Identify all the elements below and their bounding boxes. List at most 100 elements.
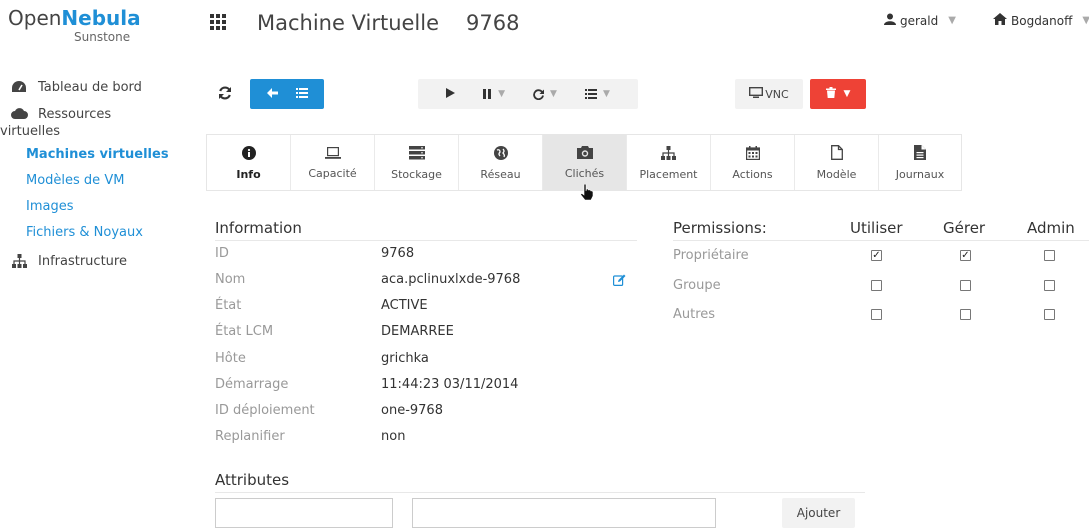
- info-key: Nom: [215, 272, 246, 287]
- perm-row-owner: Propriétaire: [673, 248, 749, 263]
- list-icon: [584, 89, 597, 99]
- hdd-icon: [408, 145, 425, 163]
- tab-logs[interactable]: Journaux: [879, 135, 961, 190]
- perm-col-use: Utiliser: [850, 219, 903, 237]
- owner-use-checkbox[interactable]: ✓: [871, 250, 882, 261]
- chevron-down-icon: ▼: [843, 89, 851, 99]
- sidebar-item-label: Infrastructure: [38, 254, 127, 269]
- dashboard-icon: [10, 80, 28, 94]
- tab-capacity[interactable]: Capacité: [291, 135, 375, 190]
- info-value: DEMARREE: [381, 324, 454, 339]
- chevron-down-icon: ▼: [550, 89, 557, 99]
- tab-bar: Info Capacité Stockage Réseau Clichés Pl…: [206, 134, 962, 191]
- info-row-state: État ACTIVE: [215, 298, 637, 316]
- tab-label: Modèle: [816, 168, 857, 181]
- group-admin-checkbox[interactable]: [1044, 280, 1055, 291]
- refresh-button[interactable]: [214, 79, 236, 109]
- perm-col-manage: Gérer: [943, 219, 986, 237]
- group-use-checkbox[interactable]: [871, 280, 882, 291]
- attribute-name-input[interactable]: [215, 498, 393, 528]
- sidebar-item-label: Ressources: [38, 107, 112, 122]
- tab-label: Réseau: [480, 167, 521, 181]
- file-icon: [830, 145, 843, 163]
- grid-menu-icon[interactable]: [210, 14, 227, 34]
- sidebar: Tableau de bord Ressources virtuelles Ma…: [0, 80, 185, 269]
- sidebar-item-vm-templates[interactable]: Modèles de VM: [0, 168, 185, 194]
- cloud-icon: [10, 107, 28, 119]
- tab-label: Info: [236, 167, 261, 181]
- sidebar-item-resources[interactable]: Ressources: [0, 107, 185, 122]
- info-value: one-9768: [381, 403, 443, 418]
- perm-row-other: Autres: [673, 307, 716, 322]
- tab-label: Journaux: [895, 168, 945, 181]
- tab-network[interactable]: Réseau: [459, 135, 543, 190]
- permissions-heading: Permissions:: [673, 219, 767, 237]
- sidebar-item-vms[interactable]: Machines virtuelles: [0, 142, 185, 168]
- file-text-icon: [914, 145, 926, 163]
- info-key: ID: [215, 246, 229, 261]
- info-row-resched: Replanifier non: [215, 429, 637, 447]
- tab-snapshots[interactable]: Clichés: [543, 135, 627, 190]
- laptop-icon: [324, 146, 341, 162]
- info-key: Démarrage: [215, 377, 289, 392]
- tab-info[interactable]: Info: [207, 135, 291, 190]
- reboot-dropdown-button[interactable]: ▼: [533, 88, 557, 100]
- info-value: 9768: [381, 246, 415, 261]
- user-menu[interactable]: gerald ▼: [884, 13, 956, 28]
- calendar-icon: [745, 145, 760, 163]
- delete-dropdown-button[interactable]: ▼: [810, 79, 866, 109]
- tab-storage[interactable]: Stockage: [375, 135, 459, 190]
- home-icon: [993, 13, 1007, 28]
- chevron-down-icon: ▼: [948, 15, 956, 26]
- info-icon: [241, 145, 256, 163]
- pause-dropdown-button[interactable]: ▼: [483, 89, 505, 99]
- zone-menu[interactable]: Bogdanoff ▼: [993, 13, 1089, 28]
- tab-label: Capacité: [308, 166, 357, 180]
- other-use-checkbox[interactable]: [871, 309, 882, 320]
- group-manage-checkbox[interactable]: [960, 280, 971, 291]
- tab-actions[interactable]: Actions: [711, 135, 795, 190]
- chevron-down-icon: ▼: [1082, 15, 1089, 26]
- attribute-value-textarea[interactable]: [412, 498, 716, 528]
- vnc-button[interactable]: VNC: [735, 79, 803, 109]
- arrow-left-icon: [266, 87, 278, 101]
- repeat-icon: [533, 88, 545, 100]
- sidebar-item-dashboard[interactable]: Tableau de bord: [0, 80, 185, 95]
- other-admin-checkbox[interactable]: [1044, 309, 1055, 320]
- logo-open: Open: [8, 6, 62, 30]
- refresh-icon: [218, 86, 232, 103]
- play-button[interactable]: [446, 87, 456, 101]
- tab-template[interactable]: Modèle: [795, 135, 879, 190]
- list-icon: [295, 87, 308, 101]
- perm-row-group: Groupe: [673, 278, 721, 293]
- tab-label: Clichés: [564, 167, 605, 180]
- sitemap-icon: [661, 145, 676, 163]
- tab-label: Placement: [639, 167, 698, 181]
- logo[interactable]: OpenNebula Sunstone: [8, 6, 141, 43]
- info-key: ID déploiement: [215, 403, 315, 418]
- owner-manage-checkbox[interactable]: ✓: [960, 250, 971, 261]
- perm-col-admin: Admin: [1027, 219, 1075, 237]
- info-value: ACTIVE: [381, 298, 428, 313]
- chevron-down-icon: ▼: [498, 89, 506, 99]
- owner-admin-checkbox[interactable]: [1044, 250, 1055, 261]
- info-row-host: Hôte grichka: [215, 351, 637, 369]
- sidebar-item-infrastructure[interactable]: Infrastructure: [0, 254, 185, 269]
- sidebar-item-label-cont: virtuelles: [0, 124, 60, 139]
- info-row-lcm-state: État LCM DEMARREE: [215, 324, 637, 342]
- edit-icon[interactable]: [613, 274, 626, 290]
- info-value: aca.pclinuxlxde-9768: [381, 272, 521, 287]
- tab-placement[interactable]: Placement: [627, 135, 711, 190]
- tab-label: Stockage: [391, 167, 442, 181]
- logo-sunstone: Sunstone: [74, 30, 131, 44]
- other-manage-checkbox[interactable]: [960, 309, 971, 320]
- add-attribute-button[interactable]: Ajouter: [782, 498, 855, 528]
- sidebar-item-label: Tableau de bord: [38, 80, 142, 95]
- more-actions-dropdown-button[interactable]: ▼: [584, 89, 610, 99]
- info-value: grichka: [381, 351, 429, 366]
- sidebar-item-images[interactable]: Images: [0, 194, 185, 220]
- trash-icon: [825, 87, 836, 101]
- back-to-list-button[interactable]: [250, 79, 324, 109]
- sidebar-item-files[interactable]: Fichiers & Noyaux: [0, 220, 185, 246]
- info-row-start-time: Démarrage 11:44:23 03/11/2014: [215, 377, 637, 395]
